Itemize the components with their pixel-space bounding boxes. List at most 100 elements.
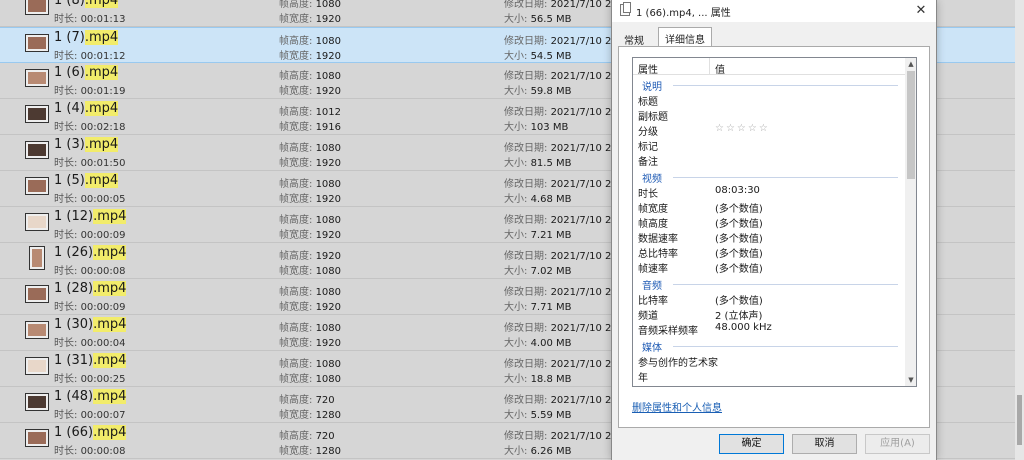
file-modified-date: 修改日期: 2021/7/10 22:5 [504, 359, 628, 370]
property-row[interactable]: 副标题 [633, 108, 905, 123]
file-frame-height: 帧高度: 1080 [279, 143, 342, 154]
property-name: 标题 [638, 97, 658, 108]
property-row[interactable]: 分级 ☆☆☆☆☆ [633, 123, 905, 138]
file-duration: 时长: 00:00:04 [54, 338, 126, 349]
scroll-down-icon[interactable]: ▼ [905, 374, 916, 386]
file-name[interactable]: 1 (12).mp4 [54, 209, 127, 224]
property-group: 音频 [633, 277, 905, 292]
file-name[interactable]: 1 (26).mp4 [54, 245, 127, 260]
property-row[interactable]: 标记 [633, 138, 905, 153]
group-label: 媒体 [642, 343, 662, 354]
ok-button[interactable]: 确定 [719, 434, 784, 454]
video-thumbnail [25, 69, 49, 87]
file-name[interactable]: 1 (3).mp4 [54, 137, 119, 152]
file-name[interactable]: 1 (66).mp4 [54, 425, 127, 440]
file-size: 大小: 6.26 MB [504, 446, 572, 457]
file-modified-date: 修改日期: 2021/7/10 23:1 [504, 107, 628, 118]
file-name[interactable]: 1 (28).mp4 [54, 281, 127, 296]
video-thumbnail [25, 0, 49, 15]
property-row[interactable]: 参与创作的艺术家 [633, 354, 905, 369]
property-list-scrollbar[interactable]: ▲ ▼ [905, 58, 916, 386]
column-header-value[interactable]: 值 [715, 61, 725, 76]
property-row[interactable]: 时长 08:03:30 [633, 185, 905, 200]
video-thumbnail [25, 357, 49, 375]
page-scrollbar-thumb[interactable] [1017, 395, 1022, 445]
property-value: (多个数值) [715, 249, 763, 260]
file-name[interactable]: 1 (6).mp4 [54, 65, 119, 80]
property-name: 帧速率 [638, 264, 668, 275]
property-row[interactable]: 年 [633, 369, 905, 384]
properties-dialog: 1 (66).mp4, ... 属性 ✕ 常规 详细信息 属性 值 说明标题副标… [611, 0, 937, 460]
property-row[interactable]: 比特率 (多个数值) [633, 292, 905, 307]
tab-details[interactable]: 详细信息 [658, 27, 712, 47]
file-name[interactable]: 1 (31).mp4 [54, 353, 127, 368]
file-name[interactable]: 1 (4).mp4 [54, 101, 119, 116]
video-thumbnail [25, 321, 49, 339]
file-frame-height: 帧高度: 1920 [279, 251, 342, 262]
file-duration: 时长: 00:01:13 [54, 14, 126, 25]
property-name: 比特率 [638, 296, 668, 307]
file-duration: 时长: 00:01:12 [54, 51, 126, 62]
file-frame-width: 帧宽度: 1920 [279, 338, 342, 349]
file-frame-width: 帧宽度: 1920 [279, 302, 342, 313]
file-frame-width: 帧宽度: 1280 [279, 446, 342, 457]
property-name: 年 [638, 373, 648, 384]
column-header-name[interactable]: 属性 [638, 61, 658, 76]
property-row[interactable]: 帧速率 (多个数值) [633, 260, 905, 275]
close-icon[interactable]: ✕ [912, 2, 930, 20]
file-frame-width: 帧宽度: 1920 [279, 194, 342, 205]
property-row[interactable]: 标题 [633, 93, 905, 108]
file-name[interactable]: 1 (48).mp4 [54, 389, 127, 404]
file-name[interactable]: 1 (30).mp4 [54, 317, 127, 332]
property-row[interactable]: 总比特率 (多个数值) [633, 245, 905, 260]
details-panel: 属性 值 说明 标题 副标题 分级 ☆☆☆☆☆ 标记 备注 视频 时长 08:03:30 帧宽度 (多… [618, 46, 930, 428]
property-name: 副标题 [638, 112, 668, 123]
file-name[interactable]: 1 (7).mp4 [54, 30, 119, 45]
video-thumbnail [25, 34, 49, 52]
scroll-up-icon[interactable]: ▲ [905, 58, 916, 70]
property-name: 总比特率 [638, 249, 678, 260]
file-size: 大小: 4.68 MB [504, 194, 572, 205]
video-thumbnail [25, 285, 49, 303]
property-value: (多个数值) [715, 234, 763, 245]
property-row[interactable]: 帧宽度 (多个数值) [633, 200, 905, 215]
file-name[interactable]: 1 (8).mp4 [54, 0, 119, 8]
property-row[interactable]: 帧高度 (多个数值) [633, 215, 905, 230]
file-modified-date: 修改日期: 2021/7/10 23:1 [504, 143, 628, 154]
file-size: 大小: 7.21 MB [504, 230, 572, 241]
file-duration: 时长: 00:00:25 [54, 374, 126, 385]
file-modified-date: 修改日期: 2021/7/10 23:0 [504, 215, 628, 226]
column-divider[interactable] [709, 58, 710, 75]
file-size: 大小: 103 MB [504, 122, 569, 133]
property-row[interactable]: 音频采样频率 48.000 kHz [633, 322, 905, 337]
page-scrollbar[interactable] [1015, 0, 1024, 460]
file-frame-width: 帧宽度: 1920 [279, 158, 342, 169]
file-modified-date: 修改日期: 2021/7/10 23:1 [504, 36, 628, 47]
tab-general[interactable]: 常规 [618, 29, 650, 47]
property-name: 音频采样频率 [638, 326, 698, 337]
video-thumbnail [25, 213, 49, 231]
file-modified-date: 修改日期: 2021/7/10 22:5 [504, 323, 628, 334]
cancel-button[interactable]: 取消 [792, 434, 857, 454]
dialog-titlebar[interactable]: 1 (66).mp4, ... 属性 ✕ [612, 0, 936, 22]
rating-stars[interactable]: ☆☆☆☆☆ [715, 123, 770, 134]
property-row[interactable]: 频道 2 (立体声) [633, 307, 905, 322]
file-size: 大小: 59.8 MB [504, 86, 572, 97]
property-row[interactable]: 数据速率 (多个数值) [633, 230, 905, 245]
scrollbar-thumb[interactable] [907, 71, 915, 179]
file-size: 大小: 81.5 MB [504, 158, 572, 169]
property-name: 参与创作的艺术家 [638, 358, 718, 369]
file-duration: 时长: 00:01:50 [54, 158, 126, 169]
video-thumbnail [25, 429, 49, 447]
file-frame-width: 帧宽度: 1920 [279, 86, 342, 97]
apply-button[interactable]: 应用(A) [865, 434, 930, 454]
file-frame-height: 帧高度: 720 [279, 431, 335, 442]
property-name: 标记 [638, 142, 658, 153]
file-name[interactable]: 1 (5).mp4 [54, 173, 119, 188]
group-label: 说明 [642, 82, 662, 93]
file-frame-height: 帧高度: 1080 [279, 359, 342, 370]
file-frame-height: 帧高度: 720 [279, 395, 335, 406]
remove-properties-link[interactable]: 删除属性和个人信息 [632, 399, 722, 414]
property-row[interactable]: 备注 [633, 153, 905, 168]
group-divider [673, 177, 898, 178]
